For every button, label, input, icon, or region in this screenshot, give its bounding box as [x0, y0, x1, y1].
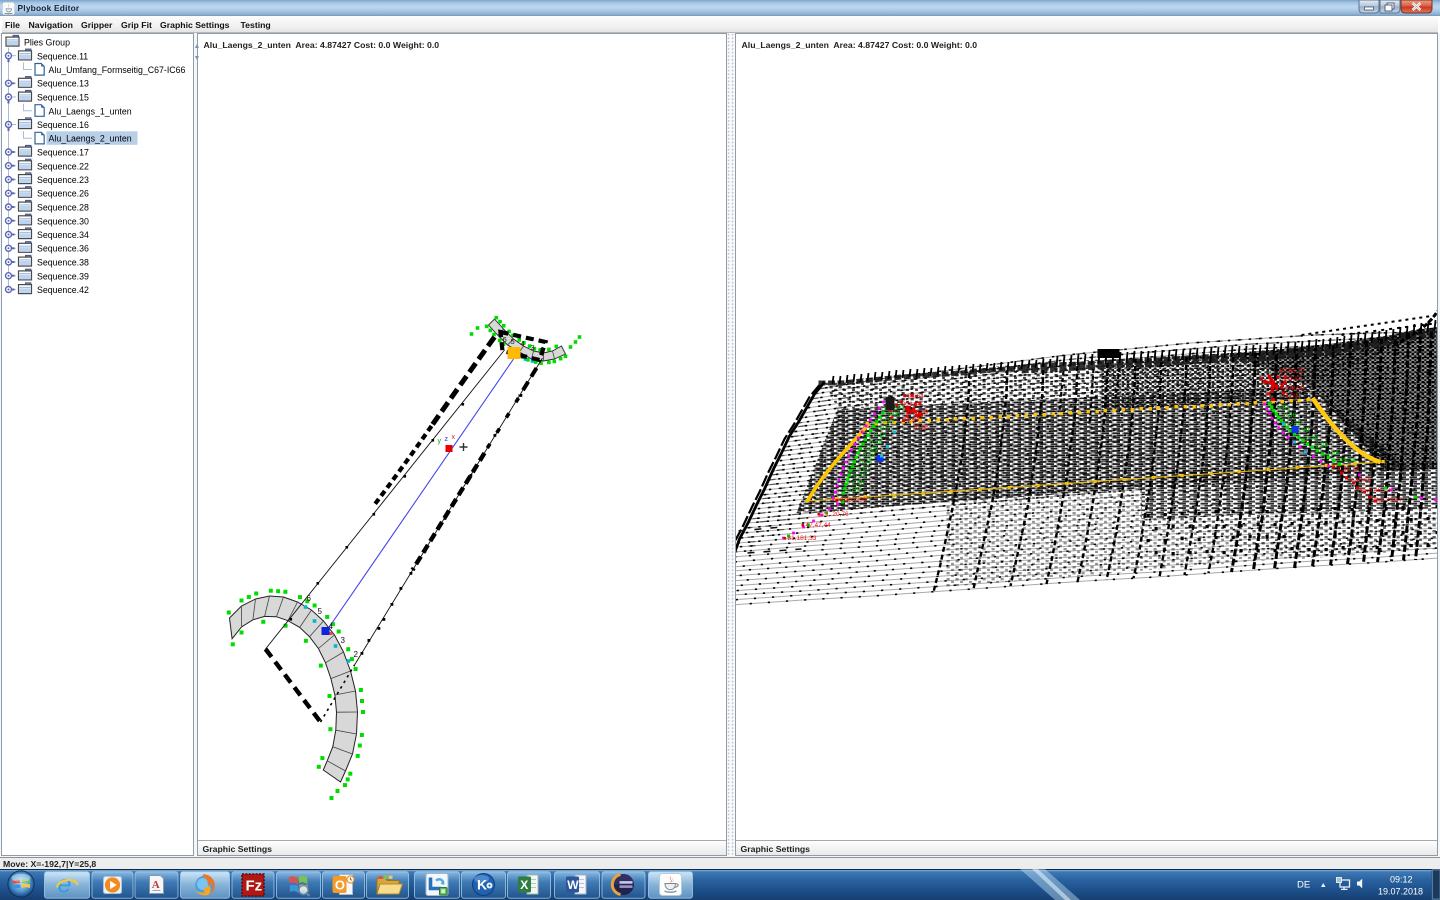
svg-text:21, 20,76: 21, 20,76 [821, 511, 848, 518]
svg-text:2: 2 [353, 650, 358, 659]
svg-text:0,28: 0,28 [1305, 435, 1318, 442]
svg-text:Fz: Fz [246, 878, 263, 895]
svg-text:y: y [437, 438, 441, 445]
svg-text:0,06: 0,06 [1283, 412, 1296, 419]
svg-text:0,13: 0,13 [873, 432, 886, 439]
svg-text:Plies Group: Plies Group [24, 38, 70, 48]
svg-text:0,18: 0,18 [869, 439, 882, 446]
svg-text:0,21: 0,21 [853, 473, 866, 480]
svg-text:198,09: 198,09 [908, 409, 928, 416]
svg-text:81,181,33: 81,181,33 [787, 535, 816, 542]
svg-text:10,58: 10,58 [912, 424, 929, 431]
svg-text:W: W [567, 878, 579, 892]
svg-text:Sequence.39: Sequence.39 [37, 271, 89, 281]
svg-text:5: 5 [317, 607, 322, 616]
svg-text:47,47,44: 47,47,44 [805, 522, 831, 529]
svg-text:74,59: 74,59 [902, 417, 919, 424]
svg-text:A: A [152, 879, 160, 891]
svg-text:0,28: 0,28 [862, 452, 875, 459]
svg-text:0,39 0,99: 0,39 0,99 [839, 497, 866, 504]
svg-text:80,96,22: 80,96,22 [1279, 368, 1305, 375]
svg-text:3,10: 3,10 [1289, 420, 1302, 427]
svg-text:3: 3 [530, 343, 534, 352]
svg-text:0,57: 0,57 [882, 418, 895, 425]
svg-text:4: 4 [520, 339, 524, 348]
svg-text:0,10: 0,10 [856, 466, 869, 473]
svg-text:Sequence.30: Sequence.30 [37, 216, 89, 226]
svg-text:5: 5 [510, 337, 514, 346]
svg-text:Sequence.11: Sequence.11 [37, 51, 88, 61]
svg-text:K: K [477, 877, 487, 893]
svg-text:DE: DE [1297, 880, 1310, 891]
svg-text:198,09: 198,09 [1284, 385, 1304, 392]
svg-text:Alu_Umfang_Formseitig_C67-IC66: Alu_Umfang_Formseitig_C67-IC66 [49, 65, 186, 75]
svg-text:0,78: 0,78 [859, 459, 872, 466]
svg-text:Sequence.42: Sequence.42 [37, 285, 89, 295]
svg-text:z: z [444, 436, 448, 443]
svg-text:Sequence.36: Sequence.36 [37, 244, 89, 254]
svg-text:Sequence.16: Sequence.16 [37, 120, 89, 130]
svg-text:Sequence.13: Sequence.13 [37, 79, 89, 89]
svg-text:2: 2 [539, 346, 543, 355]
svg-text:0,06: 0,06 [887, 411, 900, 418]
svg-text:09:12: 09:12 [1390, 875, 1413, 885]
svg-text:Sequence.38: Sequence.38 [37, 258, 89, 268]
svg-text:Alu_Laengs_2_unten: Alu_Laengs_2_unten [49, 134, 132, 144]
svg-text:Sequence.23: Sequence.23 [37, 175, 89, 185]
svg-text:0,02: 0,02 [849, 487, 862, 494]
svg-text:6: 6 [502, 335, 506, 344]
svg-text:x: x [451, 434, 455, 441]
svg-text:74,59: 74,59 [1281, 393, 1298, 400]
svg-text:83,64: 83,64 [907, 393, 924, 400]
svg-text:3: 3 [340, 636, 345, 645]
svg-text:204,84: 204,84 [1281, 376, 1301, 383]
svg-text:0,07: 0,07 [877, 425, 890, 432]
svg-text:Sequence.22: Sequence.22 [37, 161, 89, 171]
svg-text:Sequence.28: Sequence.28 [37, 203, 89, 213]
svg-text:Sequence.34: Sequence.34 [37, 230, 89, 240]
svg-text:4,61: 4,61 [1277, 405, 1290, 412]
svg-text:1,56: 1,56 [851, 480, 864, 487]
svg-text:X: X [520, 878, 528, 892]
svg-text:1,56: 1,56 [1326, 450, 1339, 457]
svg-text:19.07.2018: 19.07.2018 [1378, 887, 1423, 897]
svg-text:Sequence.17: Sequence.17 [37, 148, 89, 158]
svg-text:Sequence.15: Sequence.15 [37, 93, 89, 103]
svg-text:45,38: 45,38 [1339, 457, 1356, 464]
svg-text:0,99: 0,99 [1315, 442, 1328, 449]
svg-text:Alu_Laengs_1_unten: Alu_Laengs_1_unten [49, 106, 132, 116]
svg-text:Sequence.26: Sequence.26 [37, 189, 89, 199]
svg-text:6: 6 [306, 594, 311, 603]
svg-text:O: O [335, 877, 345, 892]
